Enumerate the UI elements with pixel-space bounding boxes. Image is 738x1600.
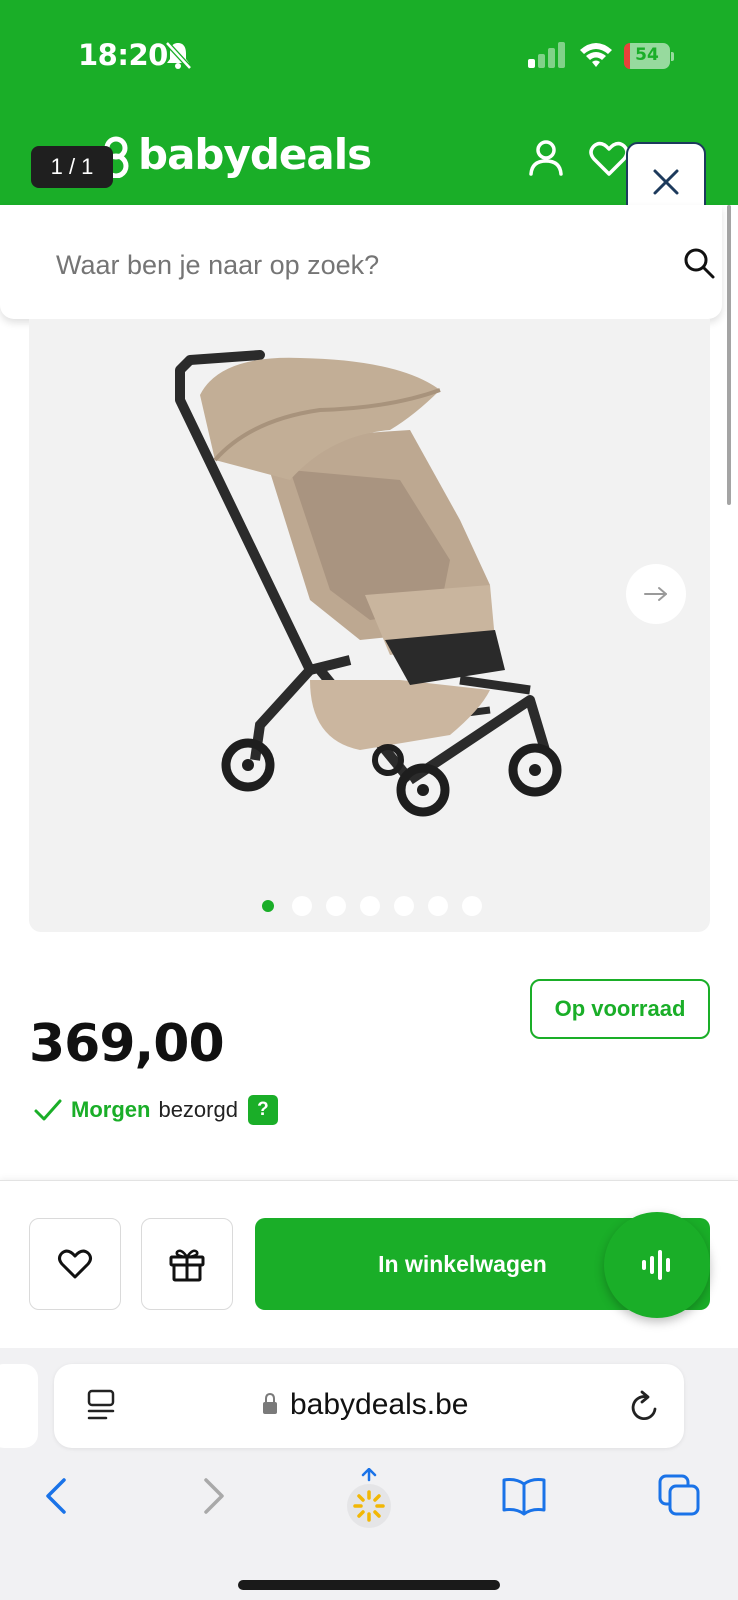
- url-text[interactable]: babydeals.be: [290, 1388, 468, 1422]
- search-bar: [0, 205, 722, 319]
- gallery-dot-4[interactable]: [360, 896, 380, 916]
- bookmarks-icon[interactable]: [500, 1476, 548, 1516]
- gallery-pagination: [258, 896, 482, 916]
- scroll-indicator: [727, 205, 731, 505]
- heart-icon: [58, 1249, 92, 1279]
- product-page: 18:20 54 babydeals 1 / 1 Waar ben je naa…: [0, 0, 738, 1600]
- battery-icon: 54: [624, 43, 674, 69]
- home-indicator: [238, 1580, 500, 1590]
- site-logo[interactable]: babydeals: [138, 130, 372, 179]
- bell-muted-icon: [165, 41, 192, 70]
- arrow-right-icon: [644, 587, 667, 601]
- cellular-signal-icon: [528, 42, 565, 68]
- wifi-icon: [580, 43, 612, 67]
- reload-icon[interactable]: [628, 1390, 660, 1424]
- wishlist-header-icon[interactable]: [588, 140, 630, 178]
- product-price: 369,00: [29, 1014, 225, 1074]
- lock-icon: [263, 1393, 277, 1414]
- next-image-button[interactable]: [626, 564, 686, 624]
- wishlist-button[interactable]: [29, 1218, 121, 1310]
- gallery-dot-7[interactable]: [462, 896, 482, 916]
- page-counter: 1 / 1: [31, 146, 113, 188]
- gallery-dot-5[interactable]: [394, 896, 414, 916]
- voice-assistant-button[interactable]: [604, 1212, 710, 1318]
- gallery-dot-1[interactable]: [262, 900, 274, 912]
- share-loading-icon[interactable]: [344, 1468, 394, 1532]
- battery-level: 54: [635, 45, 659, 65]
- voice-waveform-icon: [642, 1250, 670, 1280]
- gallery-dot-3[interactable]: [326, 896, 346, 916]
- delivery-info: Morgen bezorgd ?: [33, 1092, 278, 1128]
- delivery-help-button[interactable]: ?: [247, 1095, 278, 1125]
- previous-tab-peek[interactable]: [0, 1364, 38, 1448]
- delivery-text: bezorgd: [158, 1097, 238, 1122]
- tabs-icon[interactable]: [658, 1474, 702, 1518]
- close-icon: [653, 169, 679, 195]
- gift-button[interactable]: [141, 1218, 233, 1310]
- check-icon: [34, 1099, 62, 1121]
- gift-icon: [169, 1249, 205, 1282]
- product-image-stroller: [175, 350, 562, 817]
- status-time: 18:20: [78, 38, 168, 72]
- search-icon[interactable]: [682, 246, 716, 280]
- reader-mode-icon[interactable]: [86, 1388, 116, 1424]
- forward-icon[interactable]: [200, 1476, 228, 1516]
- account-icon[interactable]: [526, 138, 566, 178]
- delivery-day: Morgen: [71, 1097, 151, 1122]
- stock-badge: Op voorraad: [530, 979, 710, 1039]
- back-icon[interactable]: [42, 1476, 70, 1516]
- gallery-dot-2[interactable]: [292, 896, 312, 916]
- gallery-dot-6[interactable]: [428, 896, 448, 916]
- search-input[interactable]: [56, 245, 616, 285]
